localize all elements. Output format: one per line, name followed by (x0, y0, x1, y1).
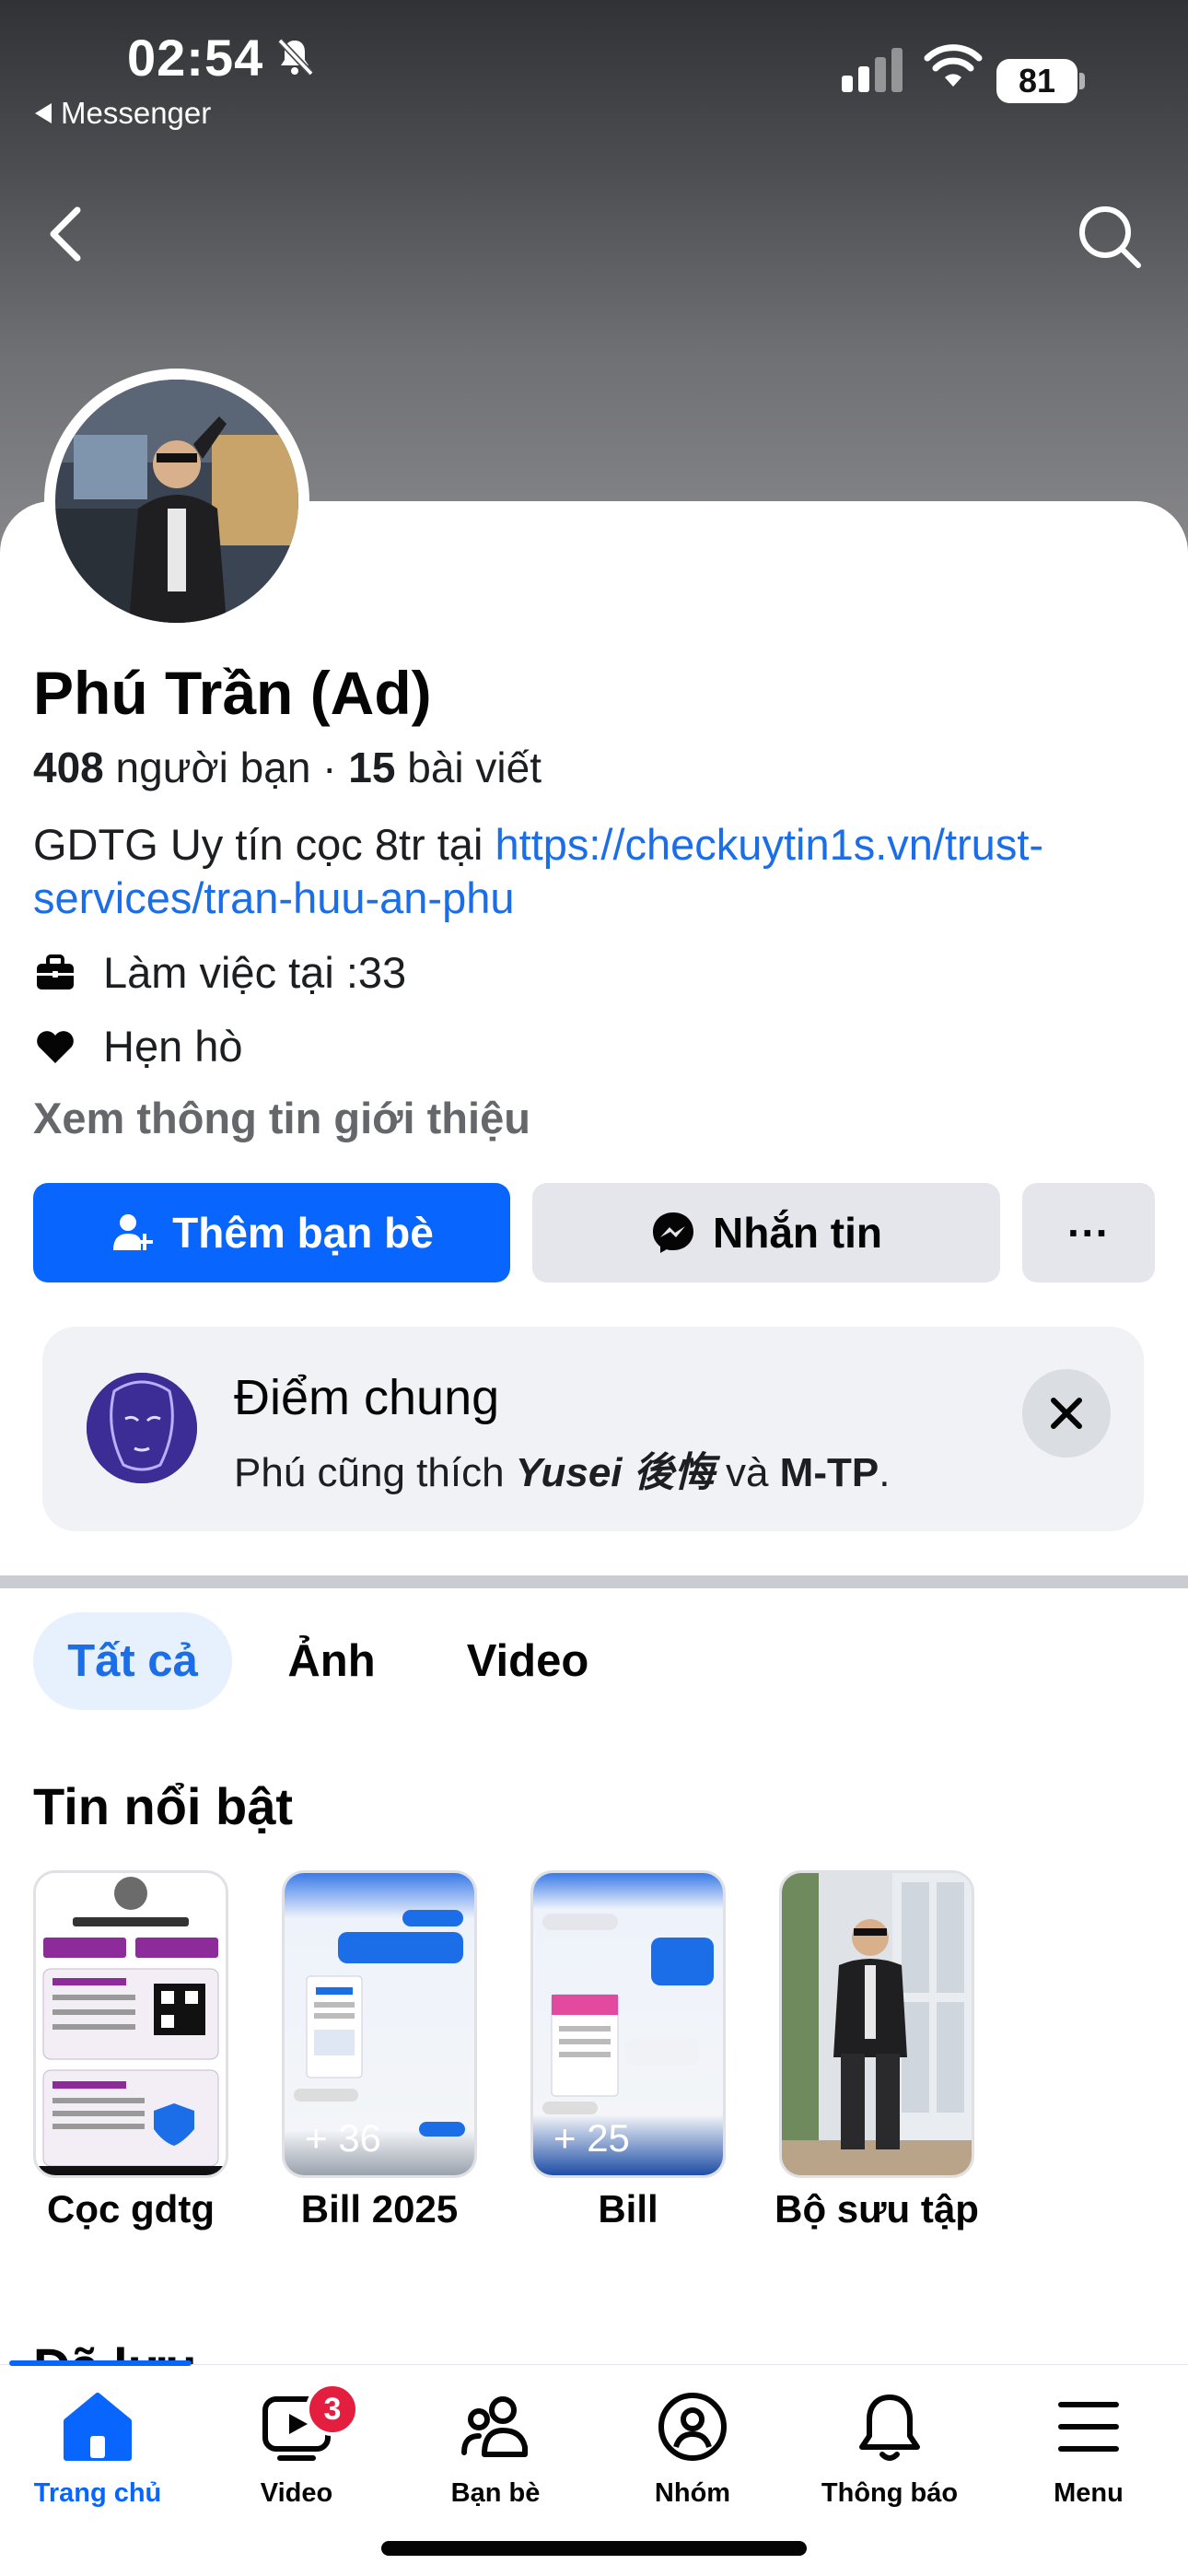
nav-friends-label: Bạn bè (450, 2478, 541, 2508)
add-friend-label: Thêm bạn bè (172, 1209, 434, 1257)
mutual-interests-card[interactable]: Điểm chung Phú cũng thích Yusei 後悔 và M-… (42, 1327, 1144, 1531)
posts-label: bài viết (395, 744, 542, 791)
cellular-signal-icon (842, 48, 903, 92)
video-badge: 3 (306, 2383, 359, 2436)
heart-icon (37, 1030, 74, 1063)
battery-indicator: 81 (996, 59, 1085, 105)
highlight-label: Cọc gdtg (47, 2187, 215, 2231)
back-triangle-icon (35, 103, 52, 123)
close-mutual-button[interactable] (1022, 1369, 1111, 1458)
profile-stats: 408 người bạn · 15 bài viết (33, 743, 542, 792)
highlight-count: + 25 (553, 2116, 630, 2160)
tab-all[interactable]: Tất cả (33, 1612, 232, 1710)
add-friend-button[interactable]: Thêm bạn bè (33, 1183, 510, 1282)
battery-level: 81 (996, 59, 1077, 103)
mutual-page-2[interactable]: M-TP (780, 1450, 879, 1495)
mutual-title: Điểm chung (234, 1370, 500, 1425)
close-icon (1051, 1398, 1082, 1429)
profile-name: Phú Trần (Ad) (33, 659, 432, 727)
bio-text: GDTG Uy tín cọc 8tr tại (33, 820, 495, 869)
posts-count: 15 (348, 744, 396, 791)
nav-video[interactable]: 3 Video (204, 2383, 389, 2509)
profile-bio: GDTG Uy tín cọc 8tr tại https://checkuyt… (33, 818, 1157, 925)
nav-notifications-label: Thông báo (821, 2478, 959, 2508)
section-divider (0, 1575, 1188, 1588)
friends-label: người bạn · (103, 744, 349, 791)
highlight-coc-gdtg[interactable] (33, 1870, 228, 2178)
highlight-count: + 36 (305, 2116, 381, 2160)
work-text: Làm việc tại :33 (103, 948, 407, 997)
nav-menu-label: Menu (1054, 2478, 1124, 2508)
bell-icon (859, 2395, 920, 2461)
menu-icon (1058, 2402, 1119, 2452)
back-arrow-icon[interactable] (37, 201, 92, 267)
highlight-collection[interactable] (779, 1870, 974, 2178)
wifi-icon (924, 44, 983, 87)
highlight-label: Bộ sưu tập (775, 2187, 979, 2231)
friends-icon (461, 2396, 528, 2457)
highlight-label: Bill 2025 (300, 2187, 459, 2231)
relationship-text: Hẹn hò (103, 1022, 243, 1071)
status-time: 02:54 (127, 29, 264, 87)
highlight-thumbnail (36, 1873, 226, 2175)
home-icon (64, 2393, 132, 2461)
friends-count[interactable]: 408 (33, 744, 104, 791)
profile-avatar[interactable] (44, 369, 309, 634)
mutual-page-1[interactable]: Yusei 後悔 (516, 1450, 715, 1495)
search-icon[interactable] (1074, 201, 1144, 271)
home-indicator[interactable] (381, 2541, 807, 2556)
briefcase-icon (37, 954, 74, 989)
avatar-photo (55, 380, 298, 623)
relationship-info: Hẹn hò (33, 1021, 243, 1071)
more-icon: ··· (1067, 1209, 1110, 1257)
message-label: Nhắn tin (713, 1209, 882, 1257)
silent-mode-icon (277, 38, 314, 76)
nav-groups[interactable]: Nhóm (600, 2388, 785, 2509)
nav-notifications[interactable]: Thông báo (798, 2388, 982, 2509)
nav-groups-label: Nhóm (654, 2478, 731, 2508)
nav-video-label: Video (260, 2478, 333, 2508)
more-options-button[interactable]: ··· (1022, 1183, 1155, 1282)
highlight-thumbnail (782, 1873, 972, 2175)
work-info: Làm việc tại :33 (33, 947, 406, 998)
groups-icon (658, 2393, 727, 2461)
messenger-icon (653, 1212, 693, 1253)
nav-friends[interactable]: Bạn bè (403, 2388, 588, 2509)
mutual-page-avatar (87, 1373, 197, 1483)
back-app-label: Messenger (61, 96, 212, 130)
message-button[interactable]: Nhắn tin (532, 1183, 1000, 1282)
highlight-bill[interactable]: + 25 (530, 1870, 726, 2178)
back-to-messenger[interactable]: Messenger (35, 96, 211, 131)
tab-photos[interactable]: Ảnh (267, 1612, 396, 1710)
nav-home[interactable]: Trang chủ (6, 2388, 190, 2509)
highlight-label: Bill (598, 2187, 658, 2231)
add-friend-icon (113, 1214, 154, 1250)
highlight-bill-2025[interactable]: + 36 (282, 1870, 477, 2178)
nav-home-label: Trang chủ (33, 2478, 162, 2508)
nav-menu[interactable]: Menu (996, 2388, 1181, 2509)
tab-video[interactable]: Video (438, 1612, 617, 1710)
mutual-description: Phú cũng thích Yusei 後悔 và M-TP. (234, 1450, 891, 1495)
see-intro-link[interactable]: Xem thông tin giới thiệu (33, 1093, 530, 1143)
highlights-title: Tin nổi bật (33, 1777, 294, 1835)
active-tab-indicator (9, 2360, 192, 2366)
